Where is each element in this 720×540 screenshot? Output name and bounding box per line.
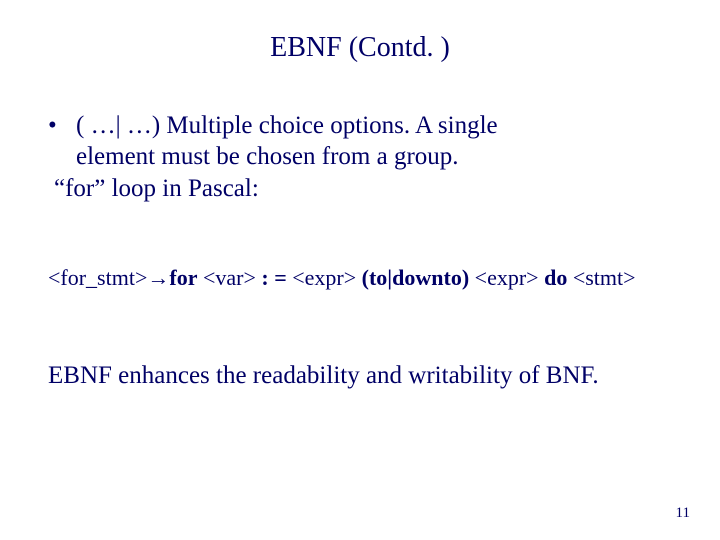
slide: EBNF (Contd. ) • ( …| …) Multiple choice… bbox=[0, 0, 720, 540]
code-nonterm-forstmt: <for_stmt> bbox=[48, 265, 147, 290]
bullet-symbol: • bbox=[48, 110, 76, 141]
code-nonterm-var: <var> bbox=[197, 265, 261, 290]
bullet-text-2: element must be chosen from a group. bbox=[76, 141, 459, 172]
bullet-line-2: element must be chosen from a group. bbox=[48, 141, 676, 172]
code-kw-do: do bbox=[544, 265, 567, 290]
code-nonterm-expr-2: <expr> bbox=[469, 265, 544, 290]
bullet-text-1: ( …| …) Multiple choice options. A singl… bbox=[76, 110, 498, 141]
slide-title: EBNF (Contd. ) bbox=[0, 32, 720, 64]
pascal-line: “for” loop in Pascal: bbox=[48, 173, 676, 204]
arrow-icon: → bbox=[147, 265, 169, 290]
grammar-rule: <for_stmt>→for <var> : = <expr> (to|down… bbox=[48, 265, 688, 291]
page-number: 11 bbox=[676, 505, 690, 522]
body-text: • ( …| …) Multiple choice options. A sin… bbox=[48, 110, 676, 204]
bullet-indent bbox=[48, 141, 76, 172]
code-nonterm-stmt: <stmt> bbox=[567, 265, 635, 290]
bullet-line-1: • ( …| …) Multiple choice options. A sin… bbox=[48, 110, 676, 141]
code-nonterm-expr-1: <expr> bbox=[287, 265, 362, 290]
code-assign: : = bbox=[261, 265, 286, 290]
code-to-downto: (to|downto) bbox=[362, 265, 470, 290]
closing-paragraph: EBNF enhances the readability and writab… bbox=[48, 360, 676, 393]
code-kw-for: for bbox=[169, 265, 197, 290]
